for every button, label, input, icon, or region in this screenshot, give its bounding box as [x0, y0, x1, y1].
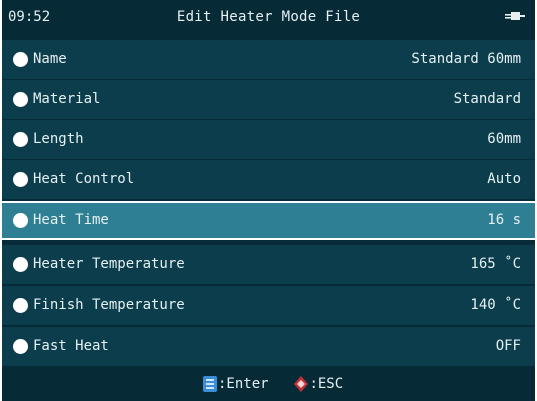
setting-row-finish-temperature[interactable]: Finish Temperature 140 ˚C [2, 286, 535, 325]
setting-row-heat-control[interactable]: Heat Control Auto [2, 160, 535, 199]
setting-value: Standard [453, 91, 521, 107]
header-bar: 09:52 Edit Heater Mode File [2, 0, 535, 33]
setting-value: 165 ˚C [470, 256, 521, 272]
setting-row-fast-heat[interactable]: Fast Heat OFF [2, 327, 535, 366]
footer-bar: :Enter :ESC [2, 367, 535, 401]
radio-indicator [13, 132, 28, 147]
setting-row-heater-temperature[interactable]: Heater Temperature 165 ˚C [2, 245, 535, 284]
radio-indicator [13, 213, 28, 228]
enter-label: :Enter [218, 376, 269, 392]
setting-row-length[interactable]: Length 60mm [2, 120, 535, 159]
setting-value: Auto [487, 171, 521, 187]
setting-value: 140 ˚C [470, 297, 521, 313]
setting-label: Heat Time [33, 212, 109, 228]
enter-key-icon [203, 376, 217, 392]
setting-label: Heat Control [33, 171, 135, 187]
setting-label: Material [33, 91, 101, 107]
setting-row-name[interactable]: Name Standard 60mm [2, 40, 535, 79]
esc-label: :ESC [309, 376, 344, 392]
key-hints: :Enter :ESC [202, 375, 343, 395]
enter-hint[interactable]: :Enter [202, 376, 277, 392]
radio-indicator [13, 92, 28, 107]
radio-indicator [13, 298, 28, 313]
setting-value: Standard 60mm [411, 51, 521, 67]
setting-label: Name [33, 51, 67, 67]
setting-value: 16 s [487, 212, 521, 228]
esc-hint[interactable]: :ESC [293, 376, 343, 392]
setting-label: Finish Temperature [33, 297, 185, 313]
setting-row-material[interactable]: Material Standard [2, 80, 535, 119]
plug-icon [505, 12, 525, 20]
setting-value: 60mm [487, 131, 521, 147]
radio-indicator [13, 339, 28, 354]
esc-key-icon [294, 376, 309, 392]
setting-label: Length [33, 131, 84, 147]
setting-row-heat-time[interactable]: Heat Time 16 s [2, 201, 535, 240]
page-title: Edit Heater Mode File [176, 9, 361, 25]
setting-value: OFF [495, 338, 521, 354]
setting-label: Heater Temperature [33, 256, 185, 272]
radio-indicator [13, 172, 28, 187]
radio-indicator [13, 52, 28, 67]
heater-mode-screen: 09:52 Edit Heater Mode File Name Standar… [2, 0, 535, 401]
setting-label: Fast Heat [33, 338, 109, 354]
radio-indicator [13, 257, 28, 272]
